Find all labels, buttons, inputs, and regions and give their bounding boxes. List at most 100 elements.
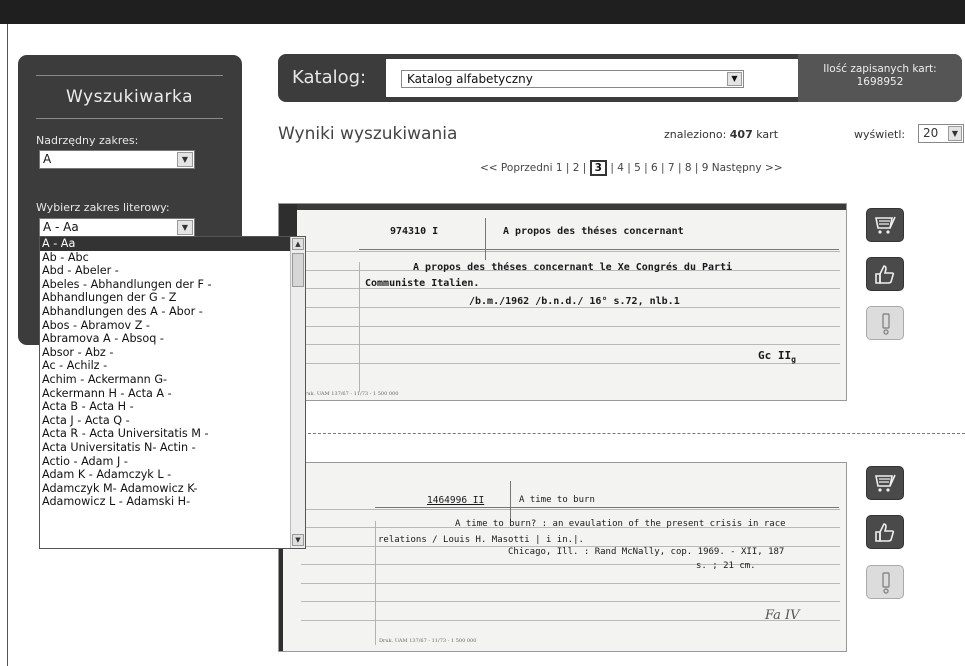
- results-title: Wyniki wyszukiwania: [278, 124, 458, 144]
- card-rule: [301, 326, 840, 327]
- add-to-cart-button[interactable]: [866, 466, 904, 500]
- card-signature: Fa IV: [765, 608, 800, 623]
- card-line-4: s. ; 21 cm.: [696, 561, 756, 571]
- like-button[interactable]: [866, 257, 904, 291]
- pager-separator: |: [657, 162, 668, 174]
- dropdown-option[interactable]: Acta B - Acta H -: [40, 400, 305, 414]
- card-rule: [301, 601, 840, 602]
- dropdown-option[interactable]: Acta Universitatis N- Actin -: [40, 441, 305, 455]
- results-divider: [278, 433, 965, 434]
- pager-page-link[interactable]: 1: [556, 162, 563, 174]
- card-printer-note: Druk. UAM 137/67 - 11/73 - 1 500 000: [379, 638, 477, 644]
- card-divider: [510, 481, 511, 521]
- chevron-down-icon: ▼: [177, 220, 193, 235]
- dropdown-option[interactable]: Acta R - Acta Universitatis M -: [40, 427, 305, 441]
- pager-prev-link[interactable]: << Poprzedni: [480, 162, 553, 174]
- parent-range-select[interactable]: A ▼: [39, 150, 195, 169]
- card-edge-top: [279, 204, 846, 210]
- show-count-select[interactable]: 20 ▼: [918, 124, 964, 143]
- pager-page-link[interactable]: 5: [634, 162, 641, 174]
- card-line-1: A propos des théses concernant le Xe Con…: [413, 262, 733, 273]
- scroll-thumb[interactable]: [292, 253, 304, 287]
- scroll-down-icon[interactable]: ▼: [292, 534, 304, 546]
- cart-icon: [875, 474, 896, 492]
- catalog-select[interactable]: Katalog alfabetyczny ▼: [401, 70, 744, 88]
- parent-range-label: Nadrzędny zakres:: [36, 134, 139, 147]
- card-line-3: /b.m./1962 /b.n.d./ 16° s.72, nlb.1: [469, 296, 680, 307]
- card-rule: [301, 307, 840, 308]
- dropdown-option[interactable]: Abhandlungen des A - Abor -: [40, 305, 305, 319]
- dropdown-option[interactable]: A - Aa: [40, 237, 305, 251]
- card-heading-rule: [375, 507, 839, 508]
- catalog-select-area: Katalog alfabetyczny ▼: [386, 59, 806, 97]
- dropdown-option[interactable]: Adamczyk M- Adamowicz K-: [40, 482, 305, 496]
- dropdown-option[interactable]: Abos - Abramov Z -: [40, 319, 305, 333]
- card-signature-text: Gc II: [758, 349, 792, 362]
- card-rule: [301, 583, 840, 584]
- report-button[interactable]: [866, 306, 904, 340]
- dropdown-option[interactable]: Adam K - Adamczyk L -: [40, 468, 305, 482]
- thumbs-up-icon: [875, 523, 895, 542]
- pager-separator: |: [674, 162, 685, 174]
- dropdown-scrollbar[interactable]: ▲ ▼: [290, 237, 305, 548]
- exclamation-icon: [882, 572, 890, 594]
- chevron-down-icon: ▼: [177, 152, 193, 167]
- dropdown-options: A - Aa Ab - Abc Abd - Abeler - Abeles - Abh…: [40, 237, 305, 509]
- dropdown-option[interactable]: Achim - Ackermann G-: [40, 373, 305, 387]
- card-line-2: Communiste Italien.: [365, 278, 480, 289]
- card-margin-line: [359, 262, 360, 392]
- chevron-down-icon: ▼: [948, 126, 962, 141]
- dropdown-option[interactable]: Actio - Adam J -: [40, 455, 305, 469]
- card-printer-note: Druk. UAM 137/67 - 11/73 - 1 500 000: [301, 391, 399, 397]
- pager-separator: |: [640, 162, 652, 174]
- catalog-card-1[interactable]: 974310 I A propos des théses concernant …: [278, 203, 847, 401]
- report-button[interactable]: [866, 565, 904, 599]
- card-rule: [301, 251, 840, 252]
- found-suffix: kart: [756, 128, 779, 141]
- pager-separator: |: [606, 162, 618, 174]
- top-bar: [0, 0, 965, 24]
- found-prefix: znaleziono:: [664, 128, 727, 141]
- saved-cards-label: Ilość zapisanych kart:: [823, 63, 937, 75]
- found-count: 407: [729, 128, 753, 141]
- frame-left-edge: [0, 24, 8, 666]
- card-signature: Gc IIg: [758, 349, 796, 364]
- dropdown-option[interactable]: Abramova A - Absoq -: [40, 332, 305, 346]
- pager-separator: |: [623, 162, 635, 174]
- pager-page-link[interactable]: 6: [651, 162, 658, 174]
- chevron-down-icon: ▼: [727, 72, 742, 86]
- card-margin-line: [375, 521, 376, 645]
- dropdown-option[interactable]: Abd - Abeler -: [40, 264, 305, 278]
- card-rule: [301, 620, 840, 621]
- dropdown-option[interactable]: Abeles - Abhandlungen der F -: [40, 278, 305, 292]
- dropdown-option[interactable]: Acta J - Acta Q -: [40, 414, 305, 428]
- pager-next-link[interactable]: Następny >>: [712, 162, 783, 174]
- dropdown-option[interactable]: Ackermann H - Acta A -: [40, 387, 305, 401]
- letter-range-select[interactable]: A - Aa ▼: [39, 218, 195, 237]
- catalog-card-2[interactable]: 1464996 II A time to burn A time to burn…: [278, 462, 847, 652]
- show-count-value: 20: [923, 126, 939, 140]
- pager-page-link[interactable]: 4: [617, 162, 624, 174]
- dropdown-option[interactable]: Abhandlungen der G - Z: [40, 291, 305, 305]
- pager-page-link[interactable]: 8: [685, 162, 692, 174]
- card-rule: [301, 564, 840, 565]
- pager-page-link[interactable]: 7: [668, 162, 675, 174]
- dropdown-option[interactable]: Adamowicz L - Adamski H-: [40, 495, 305, 509]
- pagination: << Poprzedni 1 | 2 | 3 | 4 | 5 | 6 | 7 |…: [480, 160, 783, 176]
- saved-cards-count: 1698952: [856, 76, 904, 88]
- letter-range-dropdown[interactable]: A - Aa Ab - Abc Abd - Abeler - Abeles - Abh…: [39, 236, 306, 549]
- sidebar-title: Wyszukiwarka: [36, 75, 223, 119]
- catalog-bar: Katalog: Katalog alfabetyczny ▼ Ilość za…: [278, 54, 962, 102]
- saved-cards-box: Ilość zapisanych kart: 1698952: [798, 54, 962, 102]
- dropdown-option[interactable]: Absor - Abz -: [40, 346, 305, 360]
- dropdown-option[interactable]: Ab - Abc: [40, 251, 305, 265]
- add-to-cart-button[interactable]: [866, 208, 904, 242]
- card-heading: A time to burn: [519, 495, 595, 505]
- letter-range-label: Wybierz zakres literowy:: [36, 201, 170, 214]
- catalog-selected-value: Katalog alfabetyczny: [407, 72, 533, 86]
- scroll-up-icon[interactable]: ▲: [292, 238, 304, 250]
- dropdown-option[interactable]: Ac - Achilz -: [40, 359, 305, 373]
- like-button[interactable]: [866, 515, 904, 549]
- show-label: wyświetl:: [854, 128, 906, 141]
- card-rule: [301, 344, 840, 345]
